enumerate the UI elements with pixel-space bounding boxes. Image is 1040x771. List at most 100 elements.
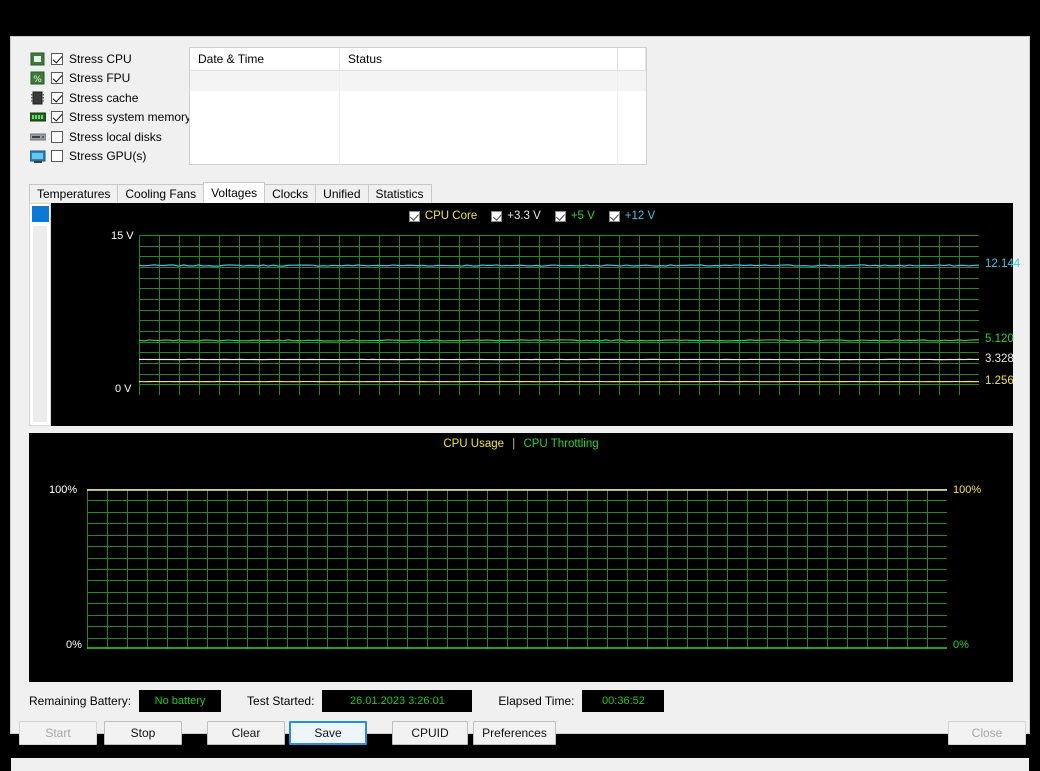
elapsed-time-value: 00:36:52 <box>582 690 664 712</box>
stress-option-label: Stress GPU(s) <box>69 149 146 163</box>
scrollbar-track[interactable] <box>33 226 47 422</box>
stress-option-checkbox[interactable] <box>51 150 63 162</box>
legend-checkbox[interactable] <box>409 211 420 222</box>
tab-bar[interactable]: TemperaturesCooling FansVoltagesClocksUn… <box>29 182 431 203</box>
legend-item[interactable]: +5 V <box>555 210 595 222</box>
close-button[interactable]: Close <box>948 721 1026 745</box>
cell-empty <box>190 91 340 111</box>
stress-option-label: Stress local disks <box>69 130 162 144</box>
legend-label: +5 V <box>571 210 595 222</box>
cell-spacer <box>618 111 646 131</box>
table-body <box>190 71 646 171</box>
button-bar: Start Stop Clear Save CPUID Preferences … <box>11 721 1029 751</box>
cache-chip-icon <box>29 90 46 105</box>
cell-empty <box>340 111 618 131</box>
usage-plot <box>87 489 947 649</box>
cell-datetime <box>190 71 340 91</box>
status-bar: Remaining Battery: No battery Test Start… <box>29 689 690 713</box>
svg-text:%: % <box>33 75 42 85</box>
fpu-percent-icon: % <box>29 71 46 86</box>
scrollbar-thumb[interactable] <box>32 206 49 222</box>
legend-item[interactable]: CPU Core <box>409 210 477 222</box>
cell-spacer <box>618 71 646 91</box>
dialog-bottom-edge <box>11 758 1029 771</box>
save-button[interactable]: Save <box>289 721 367 745</box>
usage-chart-title: CPU Usage | CPU Throttling <box>29 438 1013 450</box>
cell-spacer <box>618 151 646 171</box>
legend-label: +12 V <box>625 210 655 222</box>
voltage-readout: 12.144 <box>985 258 1020 270</box>
table-header-row: Date & Time Status <box>190 48 646 71</box>
voltage-legend[interactable]: CPU Core +3.3 V +5 V +12 V <box>51 208 1013 224</box>
top-section: Stress CPU%Stress FPUStress cacheStress … <box>11 37 1029 171</box>
stress-option-label: Stress system memory <box>69 110 191 124</box>
voltage-readout: 3.328 <box>985 353 1014 365</box>
elapsed-time-label: Elapsed Time: <box>498 694 574 708</box>
usage-y-top-left-label: 100% <box>49 484 77 496</box>
table-row-empty[interactable] <box>190 151 646 171</box>
table-row[interactable] <box>190 71 646 91</box>
voltage-readout: 1.256 <box>985 375 1014 387</box>
table-row-empty[interactable] <box>190 91 646 111</box>
usage-y-top-right-label: 100% <box>953 484 981 496</box>
legend-checkbox[interactable] <box>555 211 566 222</box>
usage-y-bottom-right-label: 0% <box>953 639 969 651</box>
tab-statistics[interactable]: Statistics <box>368 184 432 203</box>
tab-cooling-fans[interactable]: Cooling Fans <box>117 184 204 203</box>
legend-label: +3.3 V <box>507 210 541 222</box>
usage-chart-panel: CPU Usage | CPU Throttling 100% 0% 100% … <box>29 433 1013 682</box>
legend-checkbox[interactable] <box>491 211 502 222</box>
stress-option-checkbox[interactable] <box>51 92 63 104</box>
stress-option-checkbox[interactable] <box>51 131 63 143</box>
cell-empty <box>190 151 340 171</box>
table-row-empty[interactable] <box>190 131 646 151</box>
usage-title-cpu-usage[interactable]: CPU Usage <box>443 438 504 450</box>
stress-option-checkbox[interactable] <box>51 72 63 84</box>
test-started-value: 26.01.2023 3:26:01 <box>322 690 472 712</box>
start-button[interactable]: Start <box>19 721 97 745</box>
voltage-y-bottom-label: 0 V <box>115 383 132 395</box>
tab-voltages[interactable]: Voltages <box>203 182 265 203</box>
usage-title-cpu-throttling[interactable]: CPU Throttling <box>523 438 598 450</box>
table-row-empty[interactable] <box>190 111 646 131</box>
usage-title-separator: | <box>512 438 515 450</box>
tab-unified[interactable]: Unified <box>315 184 368 203</box>
stress-test-dialog: Stress CPU%Stress FPUStress cacheStress … <box>10 36 1030 734</box>
stress-option-checkbox[interactable] <box>51 111 63 123</box>
stop-button[interactable]: Stop <box>104 721 182 745</box>
preferences-button[interactable]: Preferences <box>473 721 556 745</box>
legend-item[interactable]: +3.3 V <box>491 210 541 222</box>
stress-option-checkbox[interactable] <box>51 53 63 65</box>
tab-temperatures[interactable]: Temperatures <box>29 184 118 203</box>
cpuid-button[interactable]: CPUID <box>392 721 468 745</box>
cell-empty <box>340 131 618 151</box>
column-header-datetime[interactable]: Date & Time <box>190 48 340 70</box>
battery-label: Remaining Battery: <box>29 694 131 708</box>
event-log-table[interactable]: Date & Time Status <box>189 47 647 165</box>
stress-option-label: Stress FPU <box>69 71 130 85</box>
voltage-plot-svg <box>139 235 979 395</box>
usage-y-bottom-left-label: 0% <box>66 639 82 651</box>
cell-empty <box>190 131 340 151</box>
legend-label: CPU Core <box>425 210 477 222</box>
legend-checkbox[interactable] <box>609 211 620 222</box>
voltage-graph-area: CPU Core+3.3 V+5 V+12 V 15 V 0 V 12.1445… <box>29 203 1013 426</box>
hard-disk-icon <box>29 129 46 144</box>
voltage-y-top-label: 15 V <box>111 230 134 242</box>
voltage-plot <box>139 235 979 395</box>
battery-value: No battery <box>139 690 221 712</box>
cell-spacer <box>618 131 646 151</box>
memory-stick-icon <box>29 110 46 125</box>
cell-spacer <box>618 91 646 111</box>
cell-empty <box>190 111 340 131</box>
stress-option-label: Stress cache <box>69 91 138 105</box>
clear-button[interactable]: Clear <box>207 721 285 745</box>
graph-scrollbar[interactable] <box>29 203 51 426</box>
gpu-monitor-icon <box>29 149 46 164</box>
voltage-chart-panel: CPU Core+3.3 V+5 V+12 V 15 V 0 V 12.1445… <box>51 203 1013 426</box>
tab-clocks[interactable]: Clocks <box>264 184 316 203</box>
usage-plot-svg <box>87 489 947 649</box>
column-header-status[interactable]: Status <box>340 48 618 70</box>
legend-item[interactable]: +12 V <box>609 210 655 222</box>
test-started-label: Test Started: <box>247 694 314 708</box>
